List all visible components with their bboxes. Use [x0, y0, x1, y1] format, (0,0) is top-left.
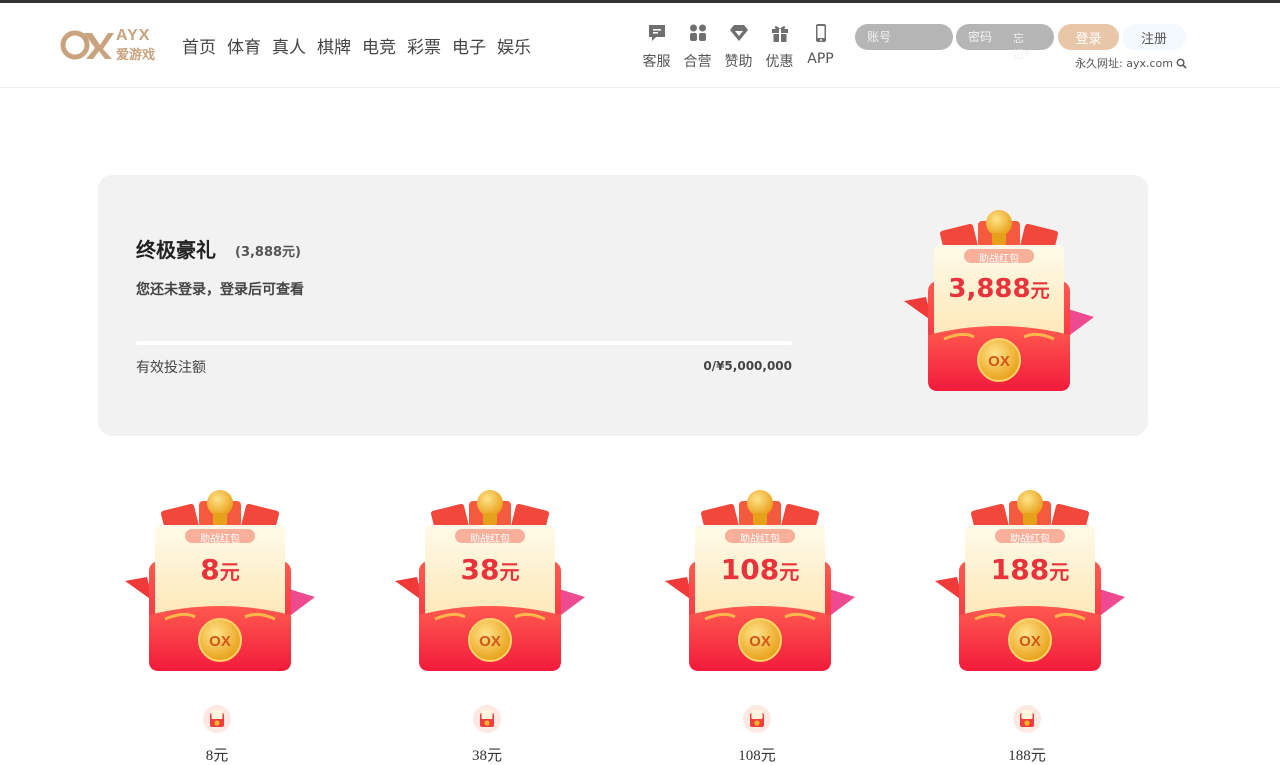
bet-progress-value: 0/¥5,000,000 — [618, 359, 792, 373]
icon-nav-label: 优惠 — [765, 54, 794, 70]
site-header: AYX 爱游戏 首页 体育 真人 棋牌 电竞 彩票 电子 娱乐 客服 合营 赞助… — [0, 3, 1280, 88]
nav-esports[interactable]: 电竞 — [362, 33, 396, 58]
forgot-password-link[interactable]: 忘记? — [1013, 30, 1030, 62]
svg-text:OX: OX — [988, 353, 1010, 370]
envelope-amount-value: 3,888 — [948, 274, 1031, 304]
reward-envelope-108[interactable]: OX 助战红包 108元 — [665, 485, 855, 675]
reward-label: 188元 — [1008, 748, 1046, 764]
reward-envelope-188[interactable]: OX 助战红包 188元 — [935, 485, 1125, 675]
envelope-amount-unit: 元 — [499, 560, 520, 584]
nav-home[interactable]: 首页 — [182, 33, 216, 58]
envelope-amount-unit: 元 — [1049, 560, 1070, 584]
svg-text:OX: OX — [1019, 633, 1041, 650]
envelope-tag: 助战红包 — [1010, 534, 1050, 545]
envelope-amount: 38元 — [395, 553, 585, 586]
envelope-amount: 3,888元 — [904, 274, 1094, 304]
brand-subname: 爱游戏 — [116, 48, 156, 63]
nav-lottery[interactable]: 彩票 — [407, 33, 441, 58]
register-button[interactable]: 注册 — [1122, 24, 1186, 50]
icon-nav-promo[interactable]: 优惠 — [759, 23, 800, 71]
mini-envelope-icon — [202, 704, 232, 734]
envelope-tag: 助战红包 — [470, 534, 510, 545]
panel-title: 终极豪礼 — [136, 238, 216, 262]
account-input[interactable] — [855, 24, 953, 50]
envelope-amount-unit: 元 — [219, 560, 240, 584]
icon-nav: 客服 合营 赞助 优惠 APP — [636, 23, 841, 71]
envelope-amount-value: 188 — [990, 553, 1050, 586]
envelope-tag: 助战红包 — [200, 534, 240, 545]
bet-progress-label: 有效投注额 — [136, 360, 206, 376]
envelope-tag: 助战红包 — [740, 534, 780, 545]
mini-envelope-icon — [1012, 704, 1042, 734]
envelope-amount: 188元 — [935, 553, 1125, 586]
search-icon[interactable] — [1176, 58, 1188, 69]
bet-progress-bar — [136, 341, 792, 345]
reward-envelope-38[interactable]: OX 助战红包 38元 — [395, 485, 585, 675]
ultimate-envelope[interactable]: OX 助战红包 3,888元 — [904, 205, 1094, 395]
login-button[interactable]: 登录 — [1058, 24, 1119, 50]
gift-icon — [771, 26, 788, 42]
reward-label: 8元 — [205, 748, 229, 764]
phone-icon — [815, 24, 826, 42]
icon-nav-label: APP — [807, 51, 834, 67]
bet-progress-target: /¥5,000,000 — [711, 359, 792, 373]
bet-progress-current: 0 — [703, 359, 712, 373]
nav-chess[interactable]: 棋牌 — [317, 33, 351, 58]
mini-envelope-icon — [742, 704, 772, 734]
nav-sports[interactable]: 体育 — [227, 33, 261, 58]
envelope-amount-value: 38 — [460, 553, 500, 586]
permanent-url: 永久网址: ayx.com — [1075, 55, 1188, 71]
svg-text:OX: OX — [479, 633, 501, 650]
icon-nav-sponsor[interactable]: 赞助 — [718, 23, 759, 71]
envelope-amount: 108元 — [665, 553, 855, 586]
nav-live[interactable]: 真人 — [272, 33, 306, 58]
partner-icon — [689, 24, 706, 41]
svg-text:OX: OX — [749, 633, 771, 650]
envelope-amount-value: 108 — [720, 553, 780, 586]
reward-label: 38元 — [471, 748, 502, 764]
icon-nav-partner[interactable]: 合营 — [677, 23, 718, 71]
envelope-amount-unit: 元 — [1030, 280, 1050, 302]
envelope-tag: 助战红包 — [979, 254, 1019, 265]
icon-nav-label: 合营 — [683, 54, 712, 70]
nav-entertainment[interactable]: 娱乐 — [497, 33, 531, 58]
brand-name: AYX — [116, 27, 151, 44]
nav-slots[interactable]: 电子 — [452, 33, 486, 58]
svg-text:OX: OX — [209, 633, 231, 650]
envelope-amount: 8元 — [125, 553, 315, 586]
mini-envelope-icon — [472, 704, 502, 734]
password-input[interactable] — [956, 24, 1054, 50]
icon-nav-label: 赞助 — [724, 54, 753, 70]
brand-logo-mark — [60, 30, 114, 60]
envelope-amount-value: 8 — [200, 553, 220, 586]
main-nav: 首页 体育 真人 棋牌 电竞 彩票 电子 娱乐 — [182, 33, 542, 58]
icon-nav-label: 客服 — [642, 54, 671, 70]
icon-nav-service[interactable]: 客服 — [636, 23, 677, 71]
chat-icon — [648, 25, 665, 41]
permanent-url-text: 永久网址: ayx.com — [1075, 57, 1173, 70]
reward-label: 108元 — [738, 748, 776, 764]
reward-envelope-8[interactable]: OX 助战红包 8元 — [125, 485, 315, 675]
envelope-amount-unit: 元 — [779, 560, 800, 584]
panel-amount: (3,888元) — [235, 245, 302, 260]
icon-nav-app[interactable]: APP — [800, 23, 841, 71]
sponsor-icon — [729, 25, 748, 41]
panel-login-hint: 您还未登录，登录后可查看 — [136, 282, 304, 298]
brand-logo[interactable]: AYX 爱游戏 — [60, 27, 164, 63]
